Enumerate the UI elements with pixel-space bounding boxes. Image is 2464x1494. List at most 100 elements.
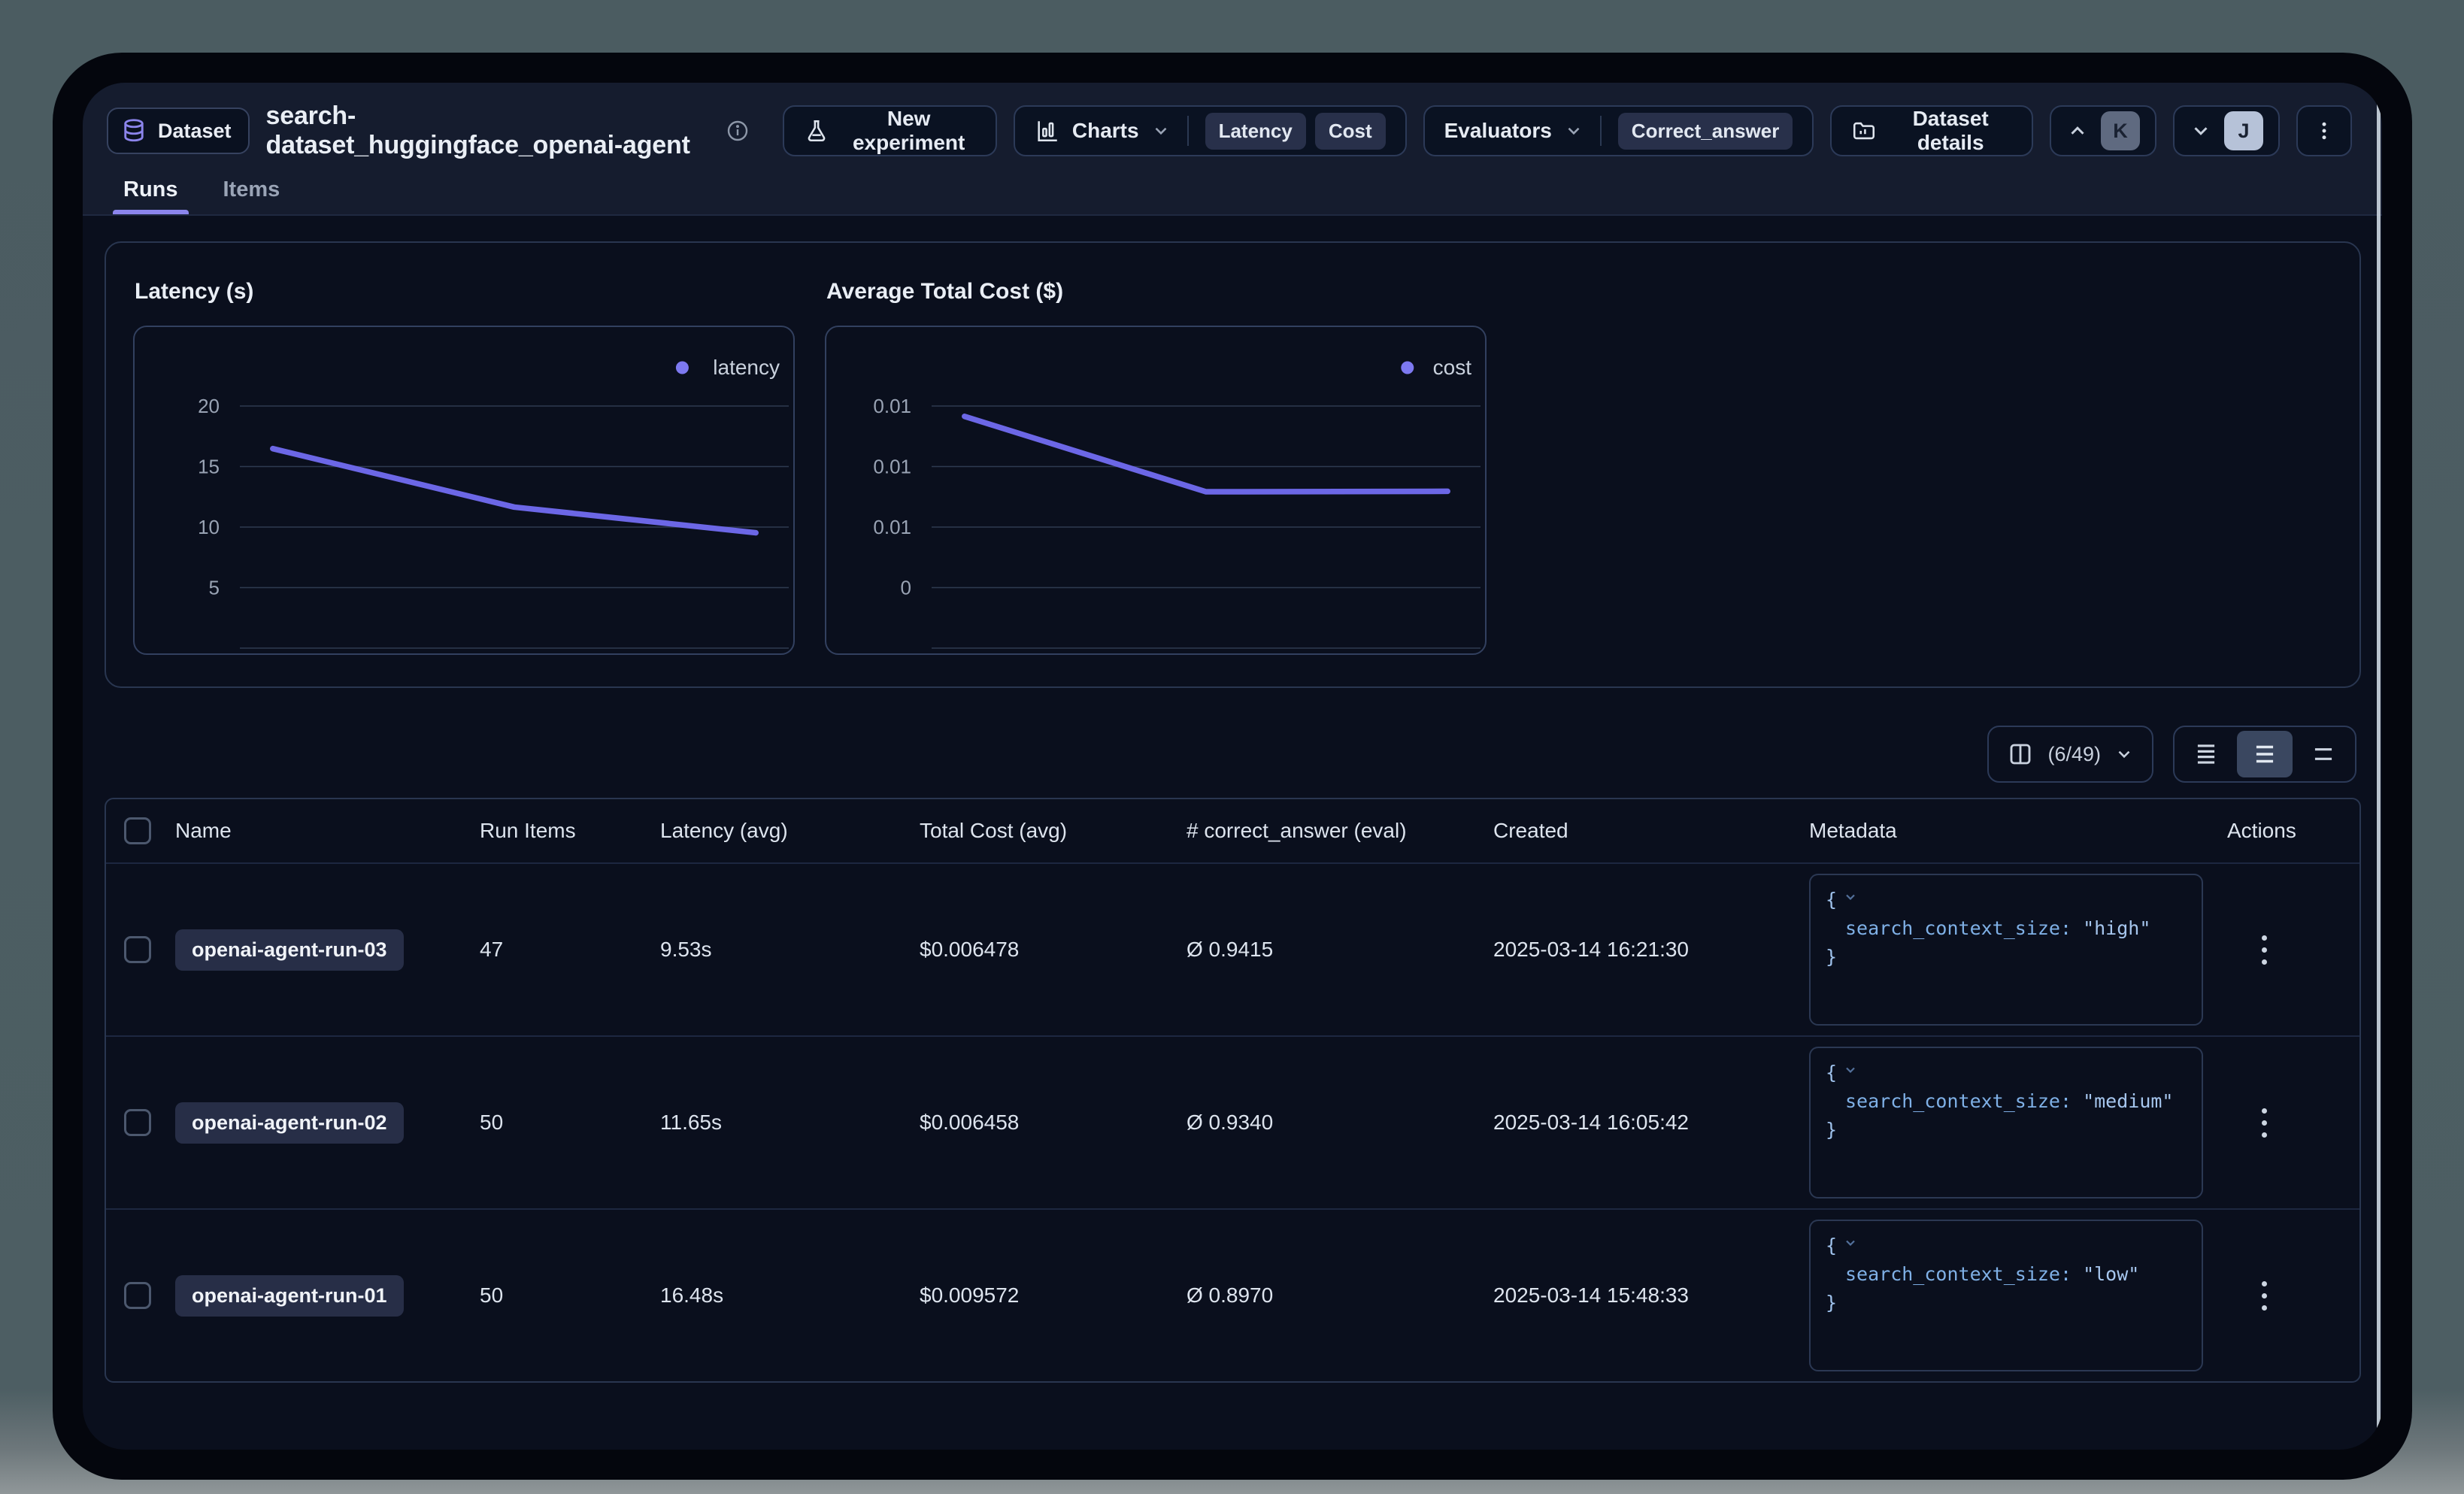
- row-checkbox[interactable]: [124, 1109, 151, 1136]
- metadata-cell: {search_context_size: "medium"}: [1809, 1047, 2227, 1199]
- json-collapse-chevron-icon[interactable]: [1843, 889, 1858, 905]
- run-name-chip[interactable]: openai-agent-run-01: [175, 1275, 404, 1317]
- charts-chips: LatencyCost: [1205, 113, 1386, 150]
- json-collapse-chevron-icon[interactable]: [1843, 1235, 1858, 1250]
- dataset-details-label: Dataset details: [1889, 107, 2012, 155]
- run-name-chip[interactable]: openai-agent-run-03: [175, 929, 404, 971]
- chevron-down-icon: [1564, 121, 1584, 141]
- divider: [1600, 116, 1602, 146]
- row-checkbox-cell: [106, 1109, 175, 1136]
- name-cell: openai-agent-run-03: [175, 929, 480, 971]
- columns-selector-button[interactable]: (6/49): [1987, 726, 2153, 783]
- dot: [2262, 959, 2267, 965]
- kebab-menu-icon: [2313, 118, 2335, 144]
- tab-label: Items: [223, 177, 280, 202]
- svg-text:10: 10: [198, 516, 220, 538]
- folder-chart-icon: [1851, 118, 1877, 144]
- tab-runs[interactable]: Runs: [107, 168, 195, 214]
- select-all-checkbox[interactable]: [124, 817, 151, 844]
- json-close-brace: }: [1826, 1116, 2187, 1144]
- svg-text:0.01: 0.01: [873, 456, 911, 478]
- cost-chart-block: Average Total Cost ($) 0.010.010.010cost: [825, 279, 1487, 655]
- row-checkbox[interactable]: [124, 936, 151, 963]
- json-key: search_context_size:: [1845, 1263, 2083, 1285]
- evaluator-chip-correct-answer[interactable]: Correct_answer: [1618, 113, 1793, 150]
- row-height-compact-button[interactable]: [2178, 731, 2234, 777]
- created-cell: 2025-03-14 16:21:30: [1493, 938, 1809, 962]
- table-controls: (6/49): [105, 726, 2361, 783]
- json-collapse-chevron-icon[interactable]: [1843, 1062, 1858, 1077]
- dot: [2262, 1281, 2267, 1286]
- charts-dropdown[interactable]: Charts: [1072, 119, 1139, 143]
- row-height-tall-button[interactable]: [2296, 731, 2351, 777]
- row-checkbox-cell: [106, 1282, 175, 1309]
- svg-text:5: 5: [209, 577, 220, 599]
- dot: [2262, 1120, 2267, 1126]
- divider: [1187, 116, 1189, 146]
- row-actions-menu[interactable]: [2257, 1277, 2361, 1315]
- correct-answer-eval-cell: Ø 0.9340: [1187, 1111, 1493, 1135]
- next-shortcut-button[interactable]: J: [2173, 105, 2280, 156]
- table-row: openai-agent-run-03479.53s$0.006478Ø 0.9…: [106, 862, 2359, 1035]
- column-header--correct-answer-eval-: # correct_answer (eval): [1187, 819, 1493, 843]
- svg-text:0.01: 0.01: [873, 516, 911, 538]
- json-entry: search_context_size: "medium": [1826, 1087, 2187, 1116]
- total-cost-avg-cell: $0.006458: [920, 1111, 1187, 1135]
- info-icon[interactable]: [726, 119, 750, 143]
- created-cell: 2025-03-14 15:48:33: [1493, 1283, 1809, 1308]
- row-height-medium-button[interactable]: [2237, 731, 2293, 777]
- page-title: search-dataset_huggingface_openai-agent: [266, 102, 710, 160]
- charts-panel: Latency (s) 2015105latency Average Total…: [105, 241, 2361, 688]
- json-value: "high": [2083, 917, 2150, 939]
- evaluators-chips: Correct_answer: [1618, 113, 1793, 150]
- dataset-details-button[interactable]: Dataset details: [1830, 105, 2033, 156]
- metadata-cell: {search_context_size: "low"}: [1809, 1220, 2227, 1371]
- app-surface: Dataset search-dataset_huggingface_opena…: [83, 83, 2382, 1450]
- row-actions-menu[interactable]: [2257, 1104, 2361, 1142]
- svg-text:cost: cost: [1433, 356, 1472, 379]
- column-header-name: Name: [175, 819, 480, 843]
- active-tab-underline: [113, 210, 189, 214]
- total-cost-avg-cell: $0.009572: [920, 1283, 1187, 1308]
- metadata-json[interactable]: {search_context_size: "high"}: [1809, 874, 2203, 1026]
- content: Latency (s) 2015105latency Average Total…: [83, 216, 2382, 1383]
- chevron-up-icon: [2066, 120, 2089, 142]
- correct-answer-eval-cell: Ø 0.8970: [1187, 1283, 1493, 1308]
- latency-avg-cell: 11.65s: [660, 1111, 920, 1135]
- column-header-latency-avg-: Latency (avg): [660, 819, 920, 843]
- actions-cell: [2227, 1277, 2361, 1315]
- evaluators-dropdown[interactable]: Evaluators: [1444, 119, 1552, 143]
- dataset-type-badge: Dataset: [107, 108, 250, 154]
- dot: [2262, 1108, 2267, 1114]
- chevron-down-icon: [2190, 120, 2212, 142]
- brace: {: [1826, 1235, 1837, 1256]
- chart-chip-cost[interactable]: Cost: [1315, 113, 1386, 150]
- tab-items[interactable]: Items: [207, 168, 297, 214]
- dot: [2262, 1293, 2267, 1299]
- actions-cell: [2227, 931, 2361, 969]
- topbar: Dataset search-dataset_huggingface_opena…: [83, 83, 2382, 216]
- json-entry: search_context_size: "low": [1826, 1260, 2187, 1289]
- json-open-brace: {: [1826, 1232, 2187, 1260]
- new-experiment-button[interactable]: New experiment: [783, 105, 996, 156]
- more-menu-button[interactable]: [2296, 105, 2352, 156]
- row-checkbox-cell: [106, 936, 175, 963]
- dot: [2262, 947, 2267, 953]
- metadata-json[interactable]: {search_context_size: "medium"}: [1809, 1047, 2203, 1199]
- column-header-actions: Actions: [2227, 819, 2361, 843]
- chevron-down-icon: [1151, 121, 1171, 141]
- total-cost-avg-cell: $0.006478: [920, 938, 1187, 962]
- chart-chip-latency[interactable]: Latency: [1205, 113, 1306, 150]
- metadata-json[interactable]: {search_context_size: "low"}: [1809, 1220, 2203, 1371]
- row-checkbox[interactable]: [124, 1282, 151, 1309]
- vertical-scrollbar[interactable]: [2377, 95, 2381, 1438]
- json-key: search_context_size:: [1845, 917, 2083, 939]
- database-icon: [120, 117, 147, 144]
- svg-text:0.01: 0.01: [873, 395, 911, 417]
- json-value: "low": [2083, 1263, 2139, 1285]
- dataset-badge-label: Dataset: [158, 120, 232, 143]
- row-actions-menu[interactable]: [2257, 931, 2361, 969]
- prev-shortcut-button[interactable]: K: [2050, 105, 2156, 156]
- json-entry: search_context_size: "high": [1826, 914, 2187, 943]
- run-name-chip[interactable]: openai-agent-run-02: [175, 1102, 404, 1144]
